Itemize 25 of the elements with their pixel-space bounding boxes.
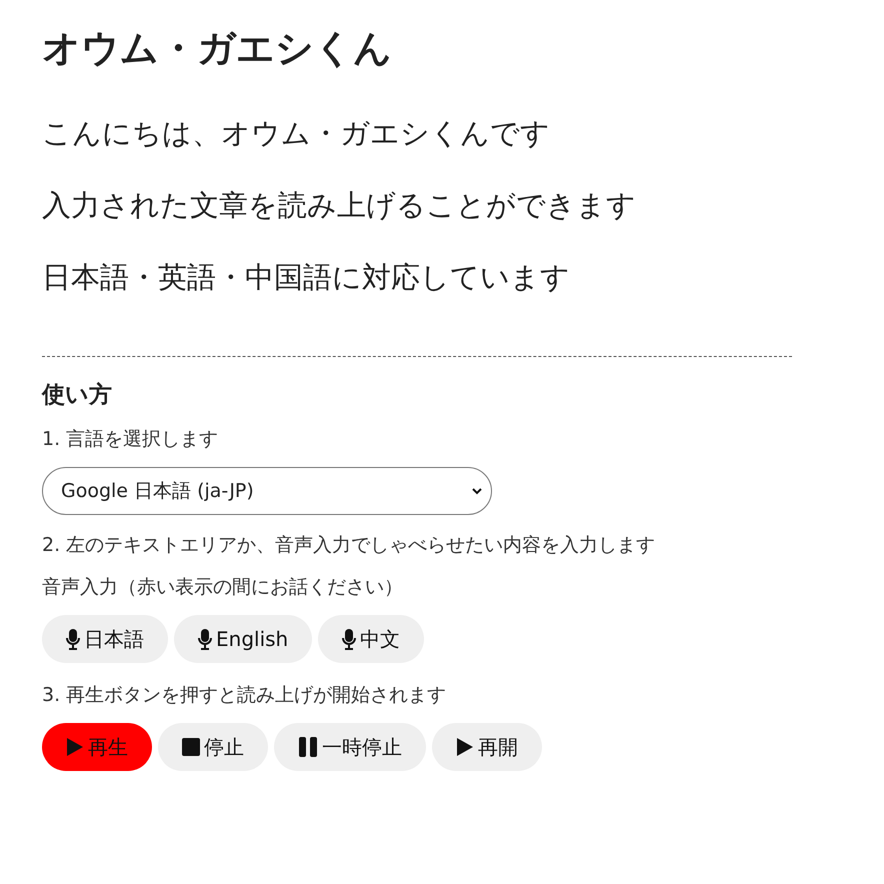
stop-icon — [182, 738, 200, 756]
page-title: オウム・ガエシくん — [42, 25, 393, 72]
microphone-icon — [342, 628, 356, 650]
voice-input-button[interactable]: 中文 — [318, 615, 424, 663]
step-text: 1. 言語を選択します — [42, 427, 220, 452]
intro-text: こんにちは、オウム・ガエシくんです — [42, 115, 551, 152]
voice-input-label: 音声入力（赤い表示の間にお話ください） — [42, 575, 404, 600]
section-heading: 使い方 — [42, 381, 113, 410]
play-icon — [456, 737, 474, 757]
voice-input-button[interactable]: 日本語 — [42, 615, 168, 663]
stop-button[interactable]: 停止 — [158, 723, 268, 771]
microphone-icon — [198, 628, 212, 650]
play-icon — [66, 737, 84, 757]
chevron-icon — [471, 487, 483, 495]
microphone-icon — [66, 628, 80, 650]
step-text: 2. 左のテキストエリアか、音声入力でしゃべらせたい内容を入力します — [42, 533, 656, 558]
play-button[interactable]: 再開 — [432, 723, 542, 771]
language-select[interactable]: Google 日本語 (ja-JP) — [42, 467, 492, 515]
pause-icon — [298, 737, 318, 757]
play-button[interactable]: 再生 — [42, 723, 152, 771]
intro-text: 入力された文章を読み上げることができます — [42, 187, 637, 224]
voice-input-button[interactable]: English — [174, 615, 312, 663]
intro-text: 日本語・英語・中国語に対応しています — [42, 259, 571, 296]
pause-button[interactable]: 一時停止 — [274, 723, 426, 771]
step-text: 3. 再生ボタンを押すと読み上げが開始されます — [42, 683, 448, 708]
